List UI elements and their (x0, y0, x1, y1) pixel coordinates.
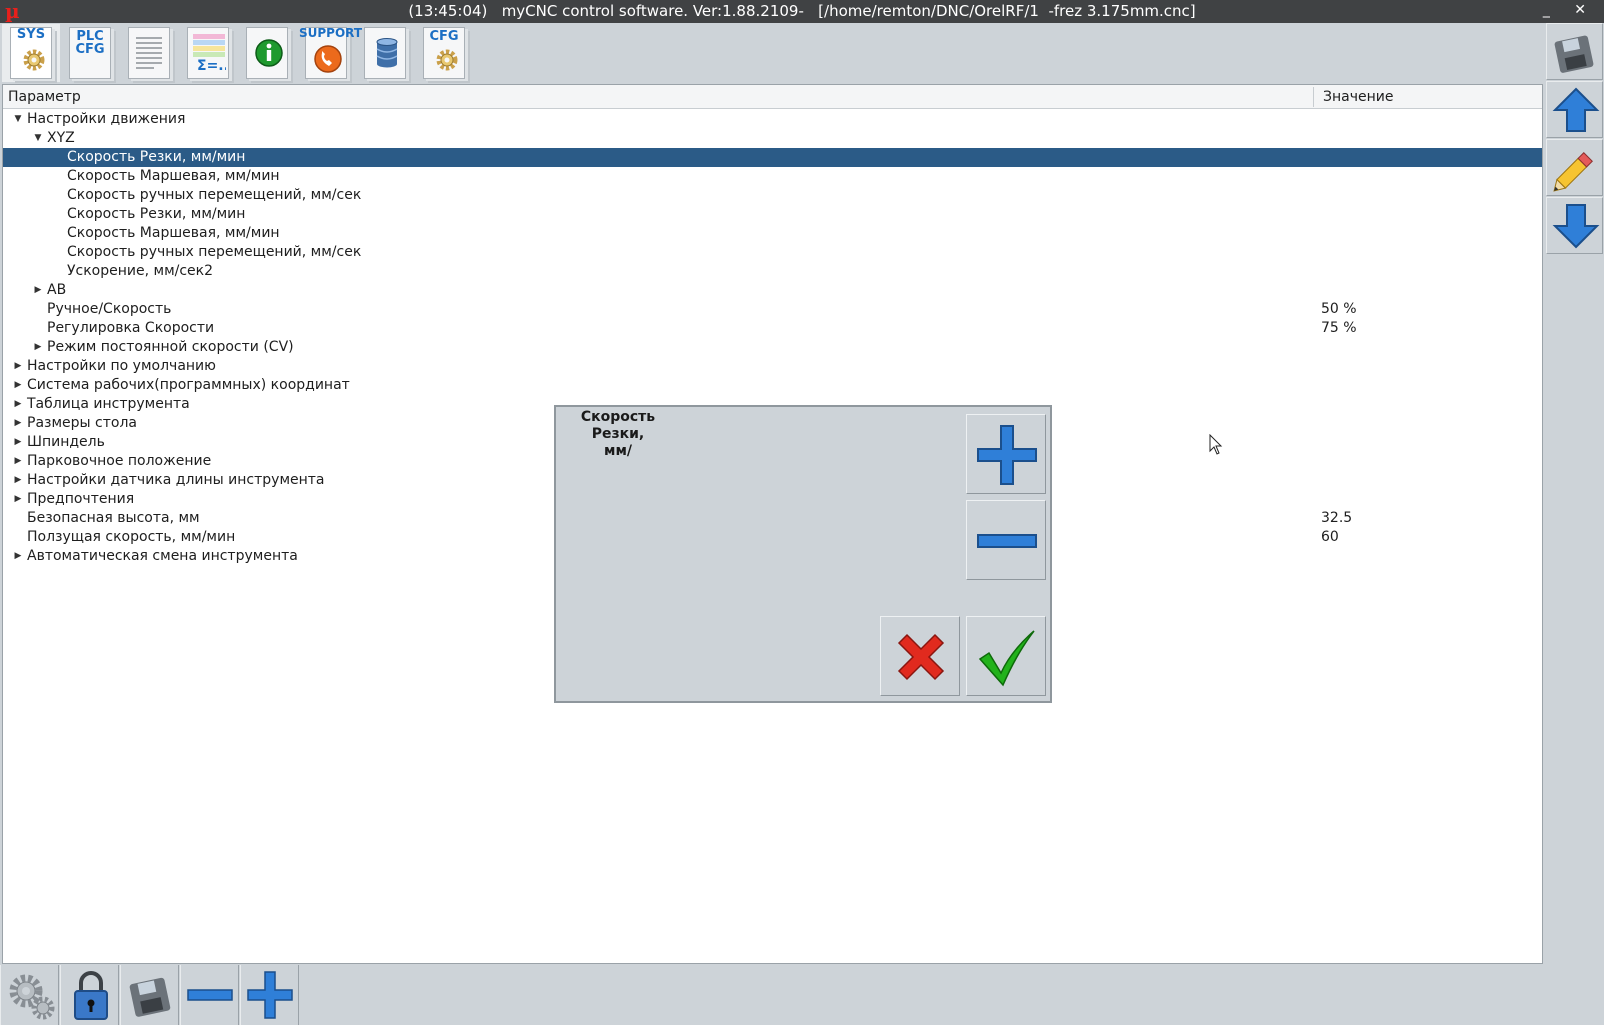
tree-row[interactable]: Скорость Резки, мм/мин (3, 205, 1542, 224)
bottom-toolbar (0, 965, 1545, 1025)
tree-row[interactable]: Скорость ручных перемещений, мм/сек (3, 186, 1542, 205)
tree-header: Параметр Значение (3, 85, 1542, 109)
expand-right-icon[interactable]: ▶ (12, 452, 24, 471)
tree-row[interactable]: Ускорение, мм/сек2 (3, 262, 1542, 281)
expand-right-icon[interactable]: ▶ (12, 376, 24, 395)
expand-right-icon[interactable]: ▶ (32, 281, 44, 300)
tree-row[interactable]: Ручное/Скорость 50 % (3, 300, 1542, 319)
plc-config-button[interactable]: PLC CFG (61, 24, 119, 82)
expand-right-icon[interactable]: ▶ (12, 357, 24, 376)
floppy-disk-icon (1554, 35, 1594, 73)
column-header-parameter[interactable]: Параметр (8, 85, 81, 109)
document-lines-icon (136, 37, 162, 69)
decrease-button[interactable] (180, 965, 239, 1025)
tree-row[interactable]: Скорость Маршевая, мм/мин (3, 167, 1542, 186)
database-icon (376, 38, 398, 68)
save-file-button[interactable] (120, 965, 179, 1025)
tree-row[interactable]: ▼ Настройки движения (3, 110, 1542, 129)
minus-icon (187, 989, 233, 1001)
tree-row[interactable]: Скорость ручных перемещений, мм/сек (3, 243, 1542, 262)
expand-down-icon[interactable]: ▼ (12, 110, 24, 129)
tree-row-selected[interactable]: Скорость Резки, мм/мин (3, 148, 1542, 167)
sys-label: SYS (16, 27, 46, 42)
info-button[interactable] (238, 24, 296, 82)
expand-right-icon[interactable]: ▶ (12, 547, 24, 566)
confirm-button[interactable] (966, 616, 1046, 696)
cfg-button[interactable]: CFG (415, 24, 473, 82)
cfg-label: CFG (75, 42, 105, 57)
edit-button[interactable] (1546, 139, 1603, 196)
minus-icon (977, 534, 1037, 548)
dialog-title: Скорость Резки, мм/ (580, 409, 656, 459)
phone-support-icon (314, 45, 342, 73)
sys-settings-button[interactable]: SYS (2, 24, 60, 82)
increment-button[interactable] (966, 414, 1046, 494)
decrement-button[interactable] (966, 500, 1046, 580)
tree-row[interactable]: Регулировка Скорости 75 % (3, 319, 1542, 338)
increase-button[interactable] (240, 965, 299, 1025)
tree-row[interactable]: ▼ XYZ (3, 129, 1542, 148)
gear-icon (436, 49, 458, 71)
tree-row[interactable]: Скорость Маршевая, мм/мин (3, 224, 1542, 243)
plus-icon (977, 425, 1037, 485)
support-label: SUPPORT (299, 26, 363, 40)
lock-button[interactable] (60, 965, 119, 1025)
expand-right-icon[interactable]: ▶ (12, 414, 24, 433)
variables-button[interactable]: Σ=.. (179, 24, 237, 82)
window-title: (13:45:04) myCNC control software. Ver:1… (408, 2, 1196, 20)
column-header-value[interactable]: Значение (1323, 85, 1393, 109)
floppy-disk-icon (129, 977, 171, 1017)
cancel-button[interactable] (880, 616, 960, 696)
svg-text:Σ=..: Σ=.. (197, 58, 226, 74)
expand-down-icon[interactable]: ▼ (32, 129, 44, 148)
support-button[interactable]: SUPPORT (297, 24, 363, 82)
check-icon (978, 630, 1035, 687)
arrow-down-icon (1552, 204, 1600, 249)
expand-right-icon[interactable]: ▶ (32, 338, 44, 357)
variables-table-icon: Σ=.. (193, 34, 226, 74)
close-icon (897, 633, 945, 681)
lock-icon (74, 971, 108, 1020)
move-down-button[interactable] (1546, 197, 1603, 254)
tree-row[interactable]: ▶ Режим постоянной скорости (CV) (3, 338, 1542, 357)
title-bar: µ (13:45:04) myCNC control software. Ver… (0, 0, 1604, 23)
info-icon (255, 39, 283, 67)
arrow-up-icon (1552, 87, 1600, 132)
top-toolbar: SYS PLC CFG Σ=.. SUPPORT CFG (0, 23, 1545, 83)
value-edit-dialog: Скорость Резки, мм/ (554, 405, 1052, 703)
right-panel (1545, 23, 1604, 1025)
document-list-button[interactable] (120, 24, 178, 82)
database-button[interactable] (356, 24, 414, 82)
move-up-button[interactable] (1546, 81, 1603, 138)
expand-right-icon[interactable]: ▶ (12, 395, 24, 414)
gear-icon (23, 49, 45, 71)
expand-right-icon[interactable]: ▶ (12, 490, 24, 509)
tree-row[interactable]: ▶ AB (3, 281, 1542, 300)
tree-row[interactable]: ▶ Система рабочих(программных) координат (3, 376, 1542, 395)
save-button[interactable] (1546, 23, 1603, 80)
gears-icon (9, 974, 55, 1020)
settings-gears-button[interactable] (0, 965, 59, 1025)
expand-right-icon[interactable]: ▶ (12, 471, 24, 490)
pencil-icon (1553, 152, 1593, 192)
expand-right-icon[interactable]: ▶ (12, 433, 24, 452)
mouse-cursor-icon (1209, 434, 1223, 455)
tree-row[interactable]: ▶ Настройки по умолчанию (3, 357, 1542, 376)
plus-icon (247, 971, 293, 1019)
cfg-button-label: CFG (429, 29, 459, 44)
window-controls[interactable]: _ ✕ (1543, 2, 1596, 18)
